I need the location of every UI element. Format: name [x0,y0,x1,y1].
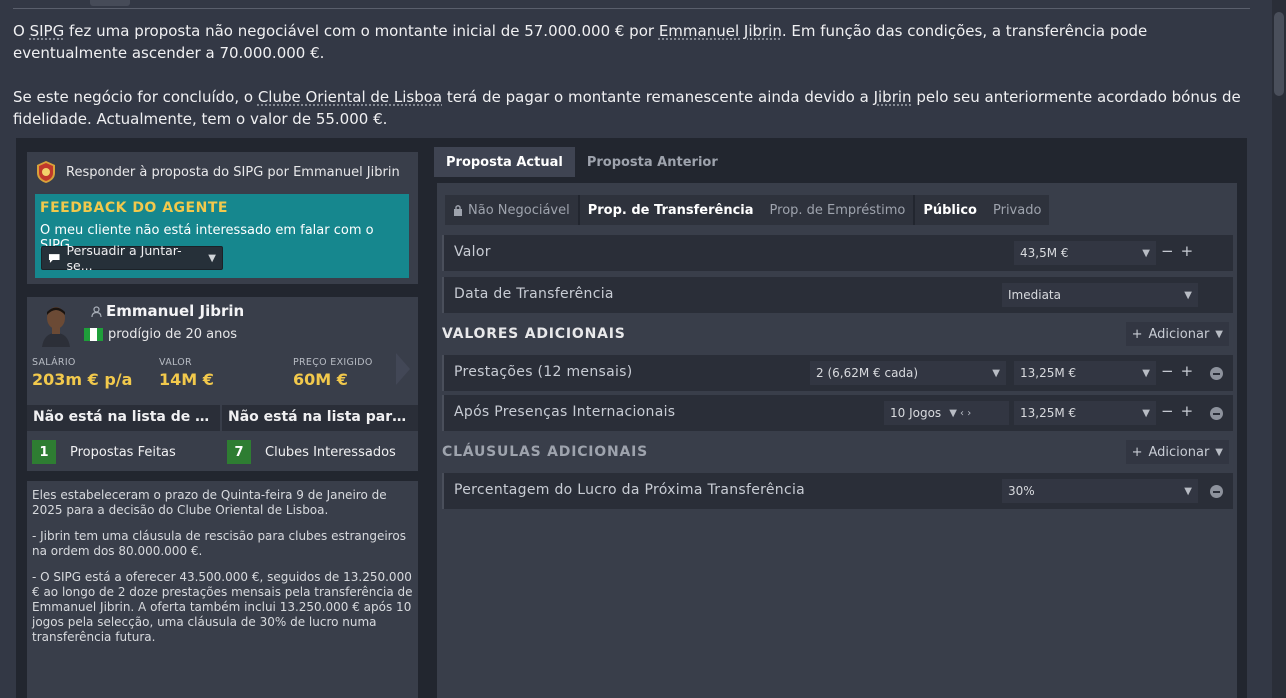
add-value-button[interactable]: + Adicionar ▼ [1125,322,1229,346]
loyalty-message: Se este negócio for concluído, o Clube O… [13,88,1241,128]
intl-caps-select[interactable]: 10 Jogos ▼ ‹ › [884,401,1009,425]
stat-salary: SALÁRIO 203m € p/a [32,357,133,389]
fee-label: Valor [454,244,491,260]
note-release-clause: - Jibrin tem uma cláusula de rescisão pa… [32,529,406,558]
chevron-down-icon: ▼ [1184,485,1192,497]
sell-on-label: Percentagem do Lucro da Próxima Transfer… [454,482,806,498]
player-name-row: Emmanuel Jibrin [91,302,244,320]
row-fee: Valor 43,5M € ▼ − + [442,235,1233,271]
tab-current-offer[interactable]: Proposta Actual [434,147,575,177]
chip-public[interactable]: Público [913,195,985,225]
fee-input[interactable]: 43,5M € ▼ [1014,241,1156,265]
chevron-down-icon: ▼ [1215,328,1223,340]
chevron-down-icon: ▼ [1184,289,1192,301]
chevron-down-icon: ▼ [1142,407,1150,419]
installments-stepper: − + [1161,362,1193,380]
lock-icon [454,205,462,216]
chevron-down-icon: ▼ [208,252,216,264]
tab-previous-offer[interactable]: Proposta Anterior [575,147,730,177]
fee-stepper: − + [1161,242,1193,260]
chip-loan-offer[interactable]: Prop. de Empréstimo [762,195,914,225]
plus-icon: + [1131,444,1143,460]
link-player-short[interactable]: Jibrin [874,88,912,106]
remove-intl-caps-icon[interactable] [1210,407,1223,420]
transfer-date-label: Data de Transferência [454,286,614,302]
intl-caps-label: Após Presenças Internacionais [454,404,676,420]
minus-icon[interactable]: − [1161,362,1174,380]
player-card: Emmanuel Jibrin prodígio de 20 anos SALÁ… [27,297,418,471]
plus-icon[interactable]: + [1181,402,1194,420]
player-desc-row: prodígio de 20 anos [84,327,237,342]
stat-value: VALOR 14M € [159,357,214,389]
offer-type-chips: Não Negociável Prop. de Transferência Pr… [445,195,1050,225]
loan-list-status: Não está na lista para empréstimo [222,405,418,431]
plus-icon: + [1131,326,1143,342]
offer-notes: Eles estabeleceram o prazo de Quinta-fei… [27,481,418,698]
intl-caps-input[interactable]: 13,25M € ▼ [1014,401,1156,425]
installments-select[interactable]: 2 (6,62M € cada) ▼ [810,361,1006,385]
offers-made[interactable]: 1 Propostas Feitas [32,440,176,464]
minus-icon[interactable]: − [1161,242,1174,260]
offer-panel: Não Negociável Prop. de Transferência Pr… [437,183,1237,698]
installments-label: Prestações (12 mensais) [454,364,633,380]
transfer-date-select[interactable]: Imediata ▼ [1002,283,1198,307]
chip-private[interactable]: Privado [985,195,1049,225]
row-intl-caps: Após Presenças Internacionais 10 Jogos ▼ … [442,395,1233,431]
nigeria-flag-icon [84,328,103,341]
respond-title: Responder à proposta do SIPG por Emmanue… [66,164,400,180]
row-transfer-date: Data de Transferência Imediata ▼ [442,277,1233,313]
chevron-down-icon: ▼ [992,367,1000,379]
remove-installments-icon[interactable] [1210,367,1223,380]
agent-feedback-title: FEEDBACK DO AGENTE [40,200,228,216]
scrollbar-thumb[interactable] [1274,12,1284,96]
installments-input[interactable]: 13,25M € ▼ [1014,361,1156,385]
row-sell-on: Percentagem do Lucro da Próxima Transfer… [442,473,1233,509]
chevron-down-icon: ▼ [1215,446,1223,458]
minus-icon[interactable]: − [1161,402,1174,420]
intl-caps-stepper: − + [1161,402,1193,420]
chip-non-negotiable[interactable]: Não Negociável [445,195,578,225]
offer-message: O SIPG fez uma proposta não negociável c… [13,22,1148,62]
note-deadline: Eles estabeleceram o prazo de Quinta-fei… [32,488,387,517]
add-clause-button[interactable]: + Adicionar ▼ [1125,440,1229,464]
plus-icon[interactable]: + [1181,362,1194,380]
page-scrollbar[interactable] [1272,0,1286,698]
persuade-select[interactable]: Persuadir a Juntar-se... ▼ [41,243,223,273]
link-club-oriental[interactable]: Clube Oriental de Lisboa [258,88,442,106]
chip-transfer-offer[interactable]: Prop. de Transferência [577,195,762,225]
stat-asking-price: PREÇO EXIGIDO 60M € [293,357,373,389]
player-description: prodígio de 20 anos [108,327,238,342]
chevron-down-icon: ▼ [1142,367,1150,379]
respond-card: Responder à proposta do SIPG por Emmanue… [27,152,418,284]
link-club-sipg[interactable]: SIPG [30,22,65,40]
row-installments: Prestações (12 mensais) 2 (6,62M € cada)… [442,355,1233,391]
player-name[interactable]: Emmanuel Jibrin [106,302,244,320]
agent-feedback: FEEDBACK DO AGENTE O meu cliente não est… [35,194,409,278]
sell-on-select[interactable]: 30% ▼ [1002,479,1198,503]
plus-icon[interactable]: + [1181,242,1194,260]
persuade-select-value: Persuadir a Juntar-se... [66,243,182,273]
chevron-down-icon: ▼ ‹ › [949,407,972,419]
respond-title-row: Responder à proposta do SIPG por Emmanue… [35,160,400,184]
person-icon [91,305,102,317]
remove-sell-on-icon[interactable] [1210,485,1223,498]
chevron-down-icon: ▼ [1142,247,1150,259]
stats-arrow-icon[interactable] [396,353,410,385]
additional-values-title: VALORES ADICIONAIS [442,326,626,342]
offer-tabs: Proposta Actual Proposta Anterior [434,147,730,177]
note-offer-summary: - O SIPG está a oferecer 43.500.000 €, s… [32,570,413,644]
link-player[interactable]: Emmanuel Jibrin [659,22,782,40]
speech-bubble-icon [48,253,60,263]
header-divider [13,8,1250,9]
additional-clauses-title: CLÁUSULAS ADICIONAIS [442,444,649,460]
header-stub [90,0,130,6]
interested-clubs[interactable]: 7 Clubes Interessados [227,440,396,464]
player-avatar[interactable] [39,303,73,347]
transfer-list-status: Não está na lista de transferências [27,405,220,431]
club-badge-icon [37,161,55,183]
